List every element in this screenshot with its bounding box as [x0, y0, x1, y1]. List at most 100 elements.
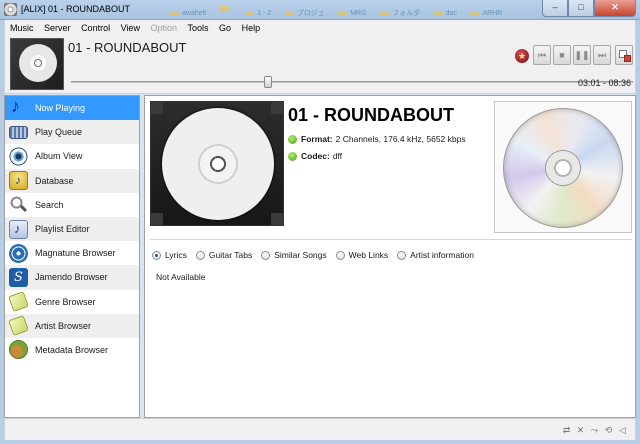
menu-tools[interactable]: Tools	[183, 20, 212, 33]
mini-album-cover[interactable]	[10, 38, 64, 90]
menu-option: Option	[150, 23, 177, 33]
sidebar-item-search[interactable]: Search	[5, 193, 139, 217]
menu-go[interactable]: Go	[214, 20, 234, 33]
stop-button[interactable]: ■	[553, 45, 571, 65]
format-label: Format:	[301, 134, 333, 144]
tab-label: Similar Songs	[274, 250, 327, 260]
taskbar-tab[interactable]: ARHR	[468, 8, 508, 16]
radio-button[interactable]	[195, 250, 205, 260]
taskbar-tab[interactable]: MRG	[336, 8, 372, 16]
volume-icon[interactable]: ◁	[617, 425, 628, 435]
cover-corner	[151, 213, 163, 225]
codec-value: dff	[332, 151, 343, 161]
single-icon[interactable]: ⟲	[603, 425, 614, 435]
sidebar-item-album-view[interactable]: Album View	[5, 144, 139, 168]
menu-view[interactable]: View	[116, 20, 143, 33]
sidebar-item-label: Now Playing	[35, 103, 86, 114]
window-frame-bottom	[0, 440, 640, 444]
info-bullet-icon	[288, 151, 297, 161]
sidebar-item-playlist-editor[interactable]: Playlist Editor	[5, 216, 139, 242]
codec-label: Codec:	[301, 151, 330, 161]
taskbar-tab[interactable]: プロジェ	[283, 8, 331, 16]
tab-label: Web Links	[348, 250, 389, 260]
minimize-button[interactable]: –	[542, 0, 568, 17]
tab-lyrics[interactable]: Lyrics	[152, 250, 187, 260]
guitar-icon	[9, 340, 28, 360]
music-note-icon	[9, 96, 28, 118]
shuffle-icon[interactable]: ✕	[575, 425, 586, 435]
window-frame-right	[636, 20, 640, 444]
tab-guitar-tabs[interactable]: Guitar Tabs	[195, 250, 253, 260]
sidebar-item-metadata-browser[interactable]: Metadata Browser	[5, 338, 139, 362]
window-title: [ALIX] 01 - ROUNDABOUT	[21, 4, 131, 14]
radio-button[interactable]	[335, 250, 345, 260]
tab-label: Lyrics	[165, 250, 187, 260]
cd-icon	[503, 108, 623, 228]
sidebar-item-magnatune-browser[interactable]: Magnatune Browser	[5, 241, 139, 265]
sidebar-item-label: Magnatune Browser	[35, 248, 116, 259]
sidebar-item-label: Play Queue	[35, 127, 83, 138]
star-icon[interactable]: ★	[515, 49, 529, 63]
divider	[150, 239, 632, 240]
menu-server[interactable]: Server	[39, 20, 74, 33]
repeat-icon[interactable]: ⇄	[561, 425, 572, 435]
menu-music[interactable]: Music	[5, 20, 37, 33]
album-cover[interactable]	[150, 101, 284, 226]
menu-help[interactable]: Help	[237, 20, 264, 33]
menu-bar: Music Server Control View Option Tools G…	[4, 20, 636, 36]
output-toggle-button[interactable]	[615, 45, 633, 65]
cover-corner	[271, 213, 283, 225]
eye-icon	[9, 146, 28, 166]
sidebar-item-artist-browser[interactable]: Artist Browser	[5, 313, 139, 338]
sidebar-item-jamendo-browser[interactable]: Jamendo Browser	[5, 265, 139, 290]
taskbar-tab[interactable]	[218, 3, 238, 15]
info-bullet-icon	[288, 134, 297, 144]
title-bar[interactable]: [ALIX] 01 - ROUNDABOUT awahelt 1 - 2 プロジ…	[0, 0, 640, 20]
tab-artist-information[interactable]: Artist information	[397, 250, 474, 260]
seek-handle[interactable]	[263, 76, 272, 88]
sidebar-item-genre-browser[interactable]: Genre Browser	[5, 290, 139, 314]
tab-similar-songs[interactable]: Similar Songs	[261, 250, 327, 260]
consume-icon[interactable]: ⤳	[589, 425, 600, 435]
taskbar-tab[interactable]: doc	[432, 8, 463, 16]
previous-button[interactable]: ⏮	[533, 45, 551, 65]
current-song-title: 01 - ROUNDABOUT	[68, 40, 187, 55]
close-button[interactable]: ✕	[594, 0, 636, 17]
tag-icon	[8, 291, 29, 312]
sidebar-item-play-queue[interactable]: Play Queue	[5, 120, 139, 145]
format-row: Format: 2 Channels, 176.4 kHz, 5652 kbps	[288, 134, 466, 144]
seek-bar[interactable]	[71, 81, 633, 83]
sidebar-item-label: Genre Browser	[35, 296, 96, 307]
sidebar: Now Playing Play Queue Album View Databa…	[4, 95, 140, 418]
sidebar-item-database[interactable]: Database	[5, 168, 139, 193]
radio-button[interactable]	[261, 250, 271, 260]
status-bar: ⇄ ✕ ⤳ ⟲ ◁	[4, 418, 636, 440]
tab-web-links[interactable]: Web Links	[335, 250, 389, 260]
radio-button[interactable]	[152, 250, 161, 260]
now-playing-panel: 01 - ROUNDABOUT Format: 2 Channels, 176.…	[144, 95, 636, 418]
track-title: 01 - ROUNDABOUT	[288, 105, 455, 125]
disc-icon	[162, 108, 274, 220]
sidebar-item-label: Artist Browser	[35, 320, 92, 331]
maximize-button[interactable]: □	[568, 0, 594, 17]
info-tabs: Lyrics Guitar Tabs Similar Songs Web Lin…	[152, 250, 483, 260]
sidebar-item-now-playing[interactable]: Now Playing	[5, 96, 139, 121]
tag-icon	[8, 315, 29, 337]
format-value: 2 Channels, 176.4 kHz, 5652 kbps	[335, 134, 466, 144]
app-icon	[4, 3, 17, 16]
taskbar-tab[interactable]: 1 - 2	[243, 8, 277, 16]
codec-row: Codec: dff	[288, 151, 342, 161]
tab-label: Guitar Tabs	[208, 250, 253, 260]
taskbar-tab[interactable]: フォルダ	[378, 8, 426, 16]
sidebar-item-label: Search	[35, 199, 64, 210]
artist-image[interactable]	[494, 101, 632, 233]
radio-button[interactable]	[397, 250, 407, 260]
taskbar-tab[interactable]: awahelt	[168, 8, 212, 16]
next-button[interactable]: ⏭	[593, 45, 611, 65]
magnatune-icon	[9, 243, 28, 263]
disc-icon	[19, 44, 57, 82]
pause-button[interactable]: ❚❚	[573, 45, 591, 65]
menu-control[interactable]: Control	[76, 20, 113, 33]
lyrics-text: Not Available	[156, 272, 206, 282]
time-display: 03:01 - 08:36	[577, 78, 631, 88]
